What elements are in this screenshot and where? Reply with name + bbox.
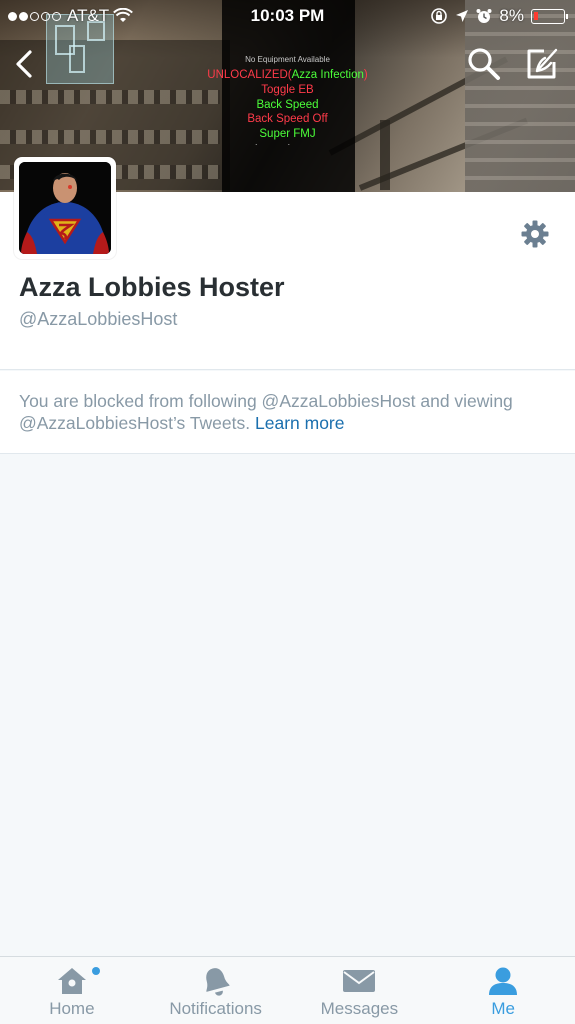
mod-menu-subtitle: No Equipment Available [245, 55, 330, 64]
back-button[interactable] [4, 44, 44, 84]
compose-icon [527, 48, 558, 79]
tab-home[interactable]: Home [0, 957, 144, 1024]
status-right: 8% [430, 6, 568, 26]
status-bar: AT&T 10:03 PM 8% [0, 0, 575, 32]
tab-messages-label: Messages [320, 999, 399, 1018]
settings-button[interactable] [520, 219, 550, 249]
alarm-icon [476, 9, 492, 23]
blocked-notice: You are blocked from following @AzzaLobb… [0, 371, 575, 454]
envelope-icon [343, 970, 376, 992]
mod-menu-title: UNLOCALIZED(Azza Infection) [207, 69, 368, 81]
mod-menu-item: Back Speed Off [247, 113, 328, 126]
compose-button[interactable] [522, 44, 562, 84]
blocked-message: You are blocked from following @AzzaLobb… [19, 390, 549, 434]
search-icon [468, 48, 500, 80]
bell-icon [205, 968, 230, 996]
tab-notifications[interactable]: Notifications [144, 957, 288, 1024]
home-icon [57, 968, 86, 994]
tab-me-label: Me [491, 999, 515, 1018]
learn-more-link[interactable]: Learn more [255, 413, 345, 433]
profile-name: Azza Lobbies Hoster [19, 272, 285, 302]
mod-menu-item: Back Speed [256, 98, 319, 111]
tab-notifications-label: Notifications [169, 999, 262, 1018]
mod-menu: No Equipment Available UNLOCALIZED(Azza … [190, 55, 385, 148]
tab-bar: Home Notifications Messages Me [0, 956, 575, 1024]
tab-home-label: Home [49, 999, 95, 1018]
mod-menu-item: Toggle EB [261, 83, 314, 96]
superman-avatar-image [19, 162, 111, 254]
search-button[interactable] [464, 44, 504, 84]
mod-menu-dots: ·· [254, 139, 321, 149]
battery-icon [531, 8, 568, 24]
home-notification-dot [92, 967, 100, 975]
rotation-lock-icon [431, 8, 448, 24]
tab-me[interactable]: Me [431, 957, 575, 1024]
person-icon [489, 967, 518, 995]
avatar[interactable] [14, 157, 116, 259]
banner-windows [0, 130, 220, 144]
gear-icon [521, 220, 549, 248]
profile-handle: @AzzaLobbiesHost [19, 309, 178, 329]
tab-messages[interactable]: Messages [288, 957, 432, 1024]
banner-windows [0, 90, 220, 104]
avatar-image [19, 162, 111, 254]
battery-percent: 8% [499, 6, 524, 25]
chevron-left-icon [16, 50, 32, 78]
location-icon [456, 10, 469, 22]
